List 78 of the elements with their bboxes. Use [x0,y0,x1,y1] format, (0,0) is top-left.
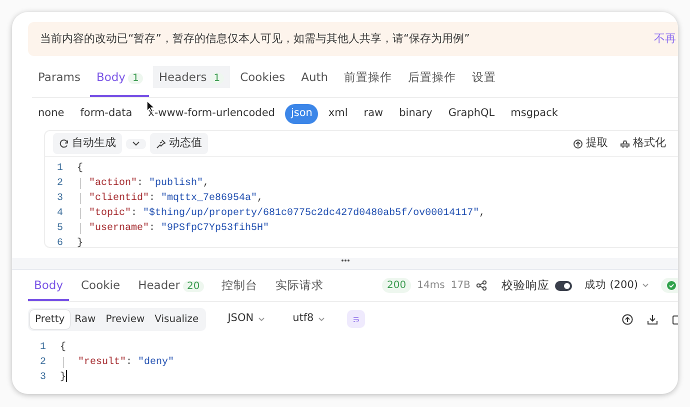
result-select[interactable]: 成功 (200) [578,276,655,294]
validate-toggle[interactable] [555,280,572,290]
pin-icon [156,138,166,148]
response-size: 17B [450,279,470,293]
copy-icon[interactable] [672,314,678,324]
dots-icon [340,258,350,262]
line-number: 3 [56,192,64,206]
view-mode-option[interactable]: Visualize [150,310,204,328]
code-line: } [60,370,68,385]
line-number: 6 [56,237,64,251]
status-code: 200 [382,278,412,293]
notice-text: 当前内容的改动已“暂存”，暂存的信息仅本人可见，如需与其他人共享，请“保存为用例” [40,30,470,47]
body-type-option[interactable]: msgpack [504,104,564,124]
caret-icon [258,316,265,322]
upload-circle-icon [573,138,583,148]
wrap-lines-icon [352,314,359,324]
code-line: "clientid": "mqttx_7e86954a", [77,191,264,206]
code-line: { [60,340,66,355]
count-badge: 1 [210,72,224,84]
body-type-option[interactable]: xml [322,104,354,124]
line-number: 1 [56,162,64,176]
dropdown-button[interactable] [126,138,146,148]
share-icon[interactable] [476,280,488,291]
tab[interactable]: 实际请求 [270,270,330,301]
code-line: "action": "publish", [77,176,210,191]
tab[interactable]: Body 1 [90,56,149,97]
line-number: 4 [56,207,64,221]
body-type-option[interactable]: x-www-form-urlencoded [142,104,281,124]
brush-icon [620,138,630,148]
body-type-option[interactable]: none [32,104,70,124]
download-icon[interactable] [647,314,658,324]
text-cursor [66,370,68,382]
resize-handle[interactable] [12,258,678,270]
view-mode-option[interactable]: Raw [70,310,101,328]
format-select[interactable]: JSON [222,310,271,328]
tab[interactable]: Auth [295,56,334,97]
body-type-option[interactable]: binary [393,104,438,124]
dismiss-link[interactable]: 不再 [654,30,678,48]
view-mode-option[interactable]: Preview [100,310,150,328]
caret-icon [642,283,649,288]
body-type-option[interactable]: json [284,104,318,124]
tab[interactable]: Cookies [234,56,292,97]
validate-label: 校验响应 [501,276,550,294]
body-type-option[interactable]: raw [358,104,390,124]
caret-icon [132,140,140,146]
code-line: "username": "9PSfpC7Yp53fih5H" [77,221,270,236]
line-number: 2 [38,356,47,370]
refresh-icon [59,138,69,148]
body-type-option[interactable]: form-data [74,104,138,124]
caret-icon [318,316,325,322]
response-time: 14ms [417,279,445,293]
tab[interactable]: Header 20 [132,270,210,301]
tab[interactable]: 后置操作 [402,56,462,97]
tab[interactable]: Params [32,56,86,97]
check-icon [667,281,676,290]
line-number: 3 [38,371,47,385]
format-button[interactable]: 格式化 [616,133,670,154]
code-line: "topic": "$thing/up/property/681c0775c2dc427d0480ab5f/ov00014117", [77,206,486,221]
code-line: "result": "deny" [60,355,174,370]
tab[interactable]: 控制台 [216,270,264,301]
tab[interactable]: Body [28,270,70,301]
code-line: { [77,162,84,176]
auto-generate-button[interactable]: 自动生成 [53,133,122,154]
tab[interactable]: 前置操作 [338,56,398,97]
body-type-option[interactable]: GraphQL [442,104,501,124]
tab[interactable]: Cookie [75,270,126,301]
upload-circle-icon[interactable] [622,314,633,324]
view-mode-option[interactable]: Pretty [30,310,70,328]
dynamic-value-button[interactable]: 动态值 [150,133,208,154]
count-badge: 20 [182,280,204,292]
tab[interactable]: 设置 [466,56,502,97]
line-number: 1 [38,341,47,355]
line-number: 2 [56,177,64,191]
encoding-select[interactable]: utf8 [286,310,331,328]
count-badge: 1 [128,72,143,84]
code-line: } [77,236,84,251]
line-number: 5 [56,222,64,236]
extract-button[interactable]: 提取 [569,133,612,154]
